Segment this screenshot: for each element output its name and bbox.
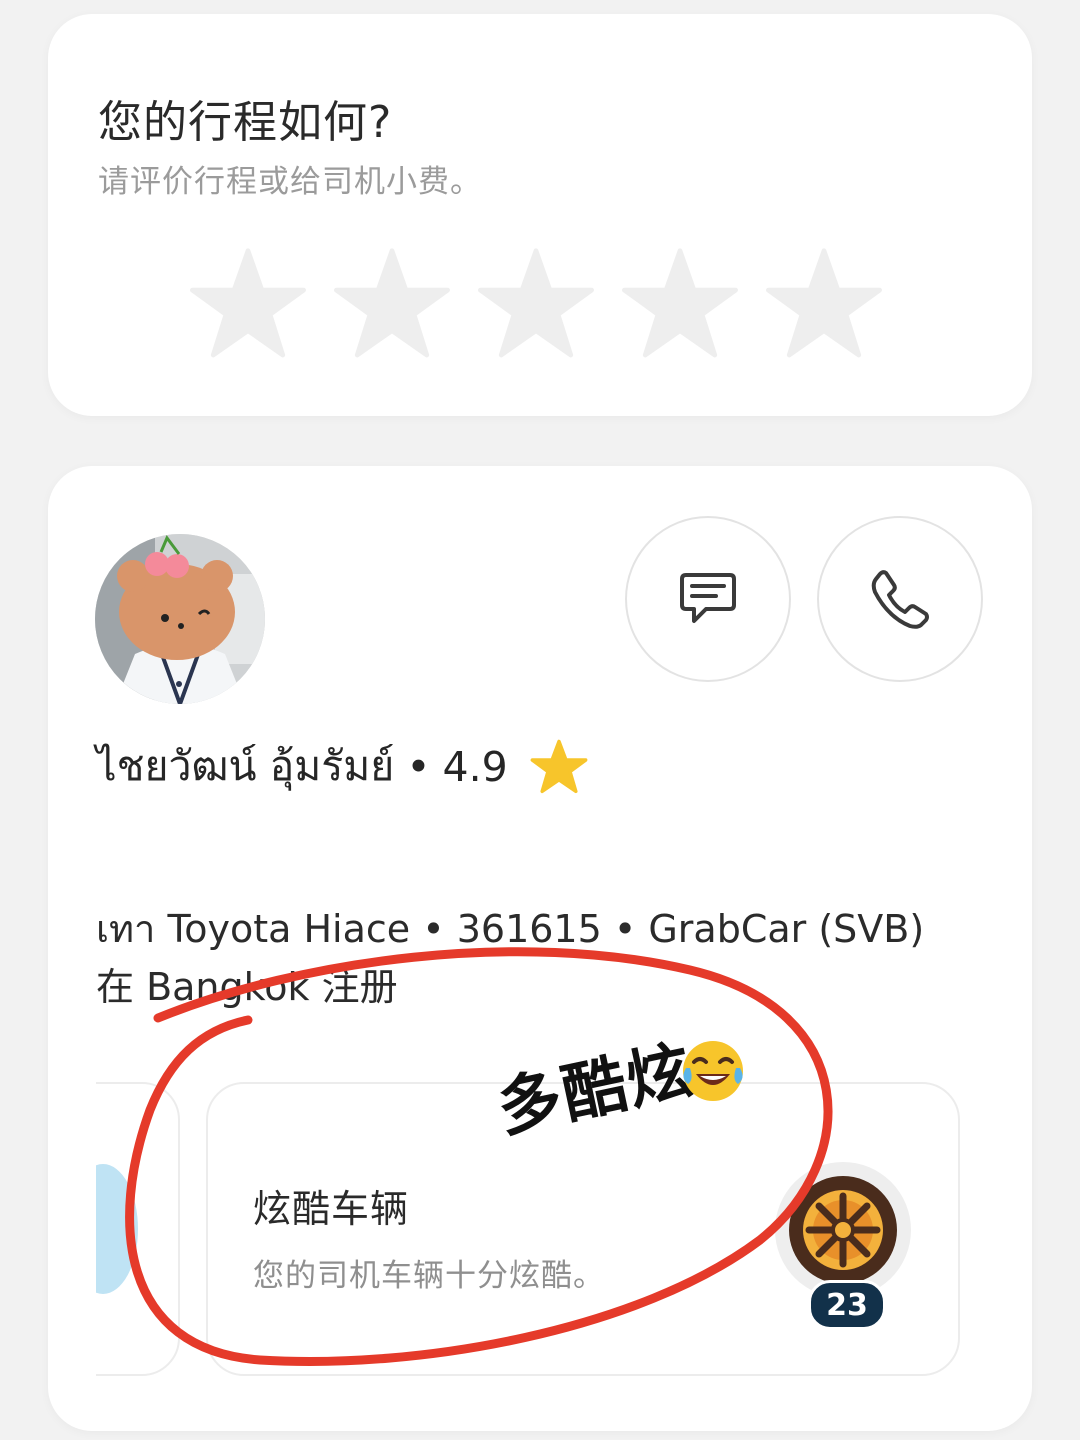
rating-title: 您的行程如何? bbox=[98, 97, 393, 148]
vehicle-info: เทา Toyota Hiace • 361615 • GrabCar (SVB… bbox=[96, 907, 925, 951]
trip-rating-screen: 您的行程如何? 请评价行程或给司机小费。 ไชยวัฒน์ อุ้มรัมย์ … bbox=[0, 0, 1080, 1440]
compliment-badge-image bbox=[96, 1164, 138, 1294]
driver-avatar bbox=[95, 534, 265, 704]
call-button[interactable] bbox=[817, 516, 983, 682]
driver-card: ไชยวัฒน์ อุ้มรัมย์ • 4.9 เทา Toyota Hiac… bbox=[48, 466, 1032, 1431]
star-icon[interactable] bbox=[190, 246, 306, 362]
star-icon[interactable] bbox=[478, 246, 594, 362]
compliment-card-previous[interactable] bbox=[96, 1082, 180, 1376]
rating-card: 您的行程如何? 请评价行程或给司机小费。 bbox=[48, 14, 1032, 416]
driver-rating: 4.9 bbox=[442, 742, 508, 791]
star-icon[interactable] bbox=[622, 246, 738, 362]
phone-icon bbox=[871, 570, 929, 629]
chat-button[interactable] bbox=[625, 516, 791, 682]
star-rating bbox=[190, 246, 882, 362]
driver-info: ไชยวัฒน์ อุ้มรัมย์ • 4.9 bbox=[96, 734, 588, 799]
separator: • bbox=[406, 742, 431, 791]
registration-info: 在 Bangkok 注册 bbox=[96, 965, 398, 1009]
rating-star-icon bbox=[530, 739, 588, 793]
star-icon[interactable] bbox=[334, 246, 450, 362]
star-icon[interactable] bbox=[766, 246, 882, 362]
laughing-tears-emoji bbox=[683, 1041, 743, 1101]
wheel-icon bbox=[775, 1162, 911, 1298]
compliment-title: 炫酷车辆 bbox=[253, 1187, 410, 1231]
rating-subtitle: 请评价行程或给司机小费。 bbox=[98, 164, 482, 200]
compliment-count: 23 bbox=[808, 1280, 886, 1330]
chat-bubble-icon bbox=[680, 573, 736, 623]
compliment-description: 您的司机车辆十分炫酷。 bbox=[253, 1258, 605, 1294]
driver-name: ไชยวัฒน์ อุ้มรัมย์ bbox=[96, 742, 395, 790]
